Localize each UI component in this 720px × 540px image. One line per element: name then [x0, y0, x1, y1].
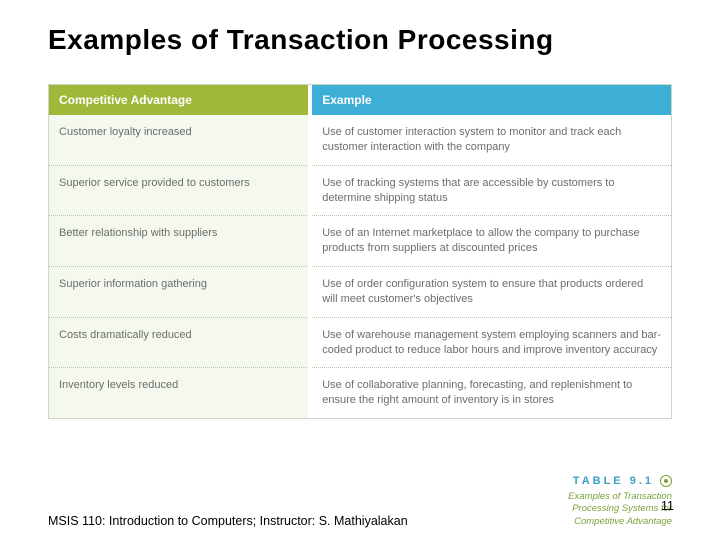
table-row: Costs dramatically reduced Use of wareho…: [49, 317, 671, 368]
cell-example: Use of tracking systems that are accessi…: [310, 165, 671, 216]
table-label: TABLE 9.1: [522, 475, 672, 487]
table-header-row: Competitive Advantage Example: [49, 85, 671, 115]
table-wrapper: Competitive Advantage Example Customer l…: [48, 84, 672, 419]
table-caption: Examples of Transaction Processing Syste…: [522, 491, 672, 528]
header-competitive-advantage: Competitive Advantage: [49, 85, 310, 115]
footer-course-info: MSIS 110: Introduction to Computers; Ins…: [48, 514, 408, 528]
header-example: Example: [310, 85, 671, 115]
cell-example: Use of collaborative planning, forecasti…: [310, 368, 671, 418]
cell-advantage: Customer loyalty increased: [49, 115, 310, 165]
cell-example: Use of warehouse management system emplo…: [310, 317, 671, 368]
cell-advantage: Superior service provided to customers: [49, 165, 310, 216]
table-row: Superior service provided to customers U…: [49, 165, 671, 216]
table-row: Superior information gathering Use of or…: [49, 267, 671, 318]
cell-advantage: Superior information gathering: [49, 267, 310, 318]
cell-advantage: Costs dramatically reduced: [49, 317, 310, 368]
page-number: 11: [661, 499, 674, 513]
advantage-table: Competitive Advantage Example Customer l…: [49, 85, 671, 418]
cell-advantage: Better relationship with suppliers: [49, 216, 310, 267]
slide-footer: MSIS 110: Introduction to Computers; Ins…: [0, 475, 720, 528]
table-row: Customer loyalty increased Use of custom…: [49, 115, 671, 165]
slide: Examples of Transaction Processing Compe…: [0, 0, 720, 540]
cell-example: Use of customer interaction system to mo…: [310, 115, 671, 165]
footer-table-caption-block: TABLE 9.1 Examples of Transaction Proces…: [522, 475, 672, 528]
bullet-icon: [660, 475, 672, 487]
table-row: Better relationship with suppliers Use o…: [49, 216, 671, 267]
cell-example: Use of order configuration system to ens…: [310, 267, 671, 318]
cell-example: Use of an Internet marketplace to allow …: [310, 216, 671, 267]
cell-advantage: Inventory levels reduced: [49, 368, 310, 418]
table-label-text: TABLE 9.1: [573, 475, 654, 487]
slide-title: Examples of Transaction Processing: [48, 24, 672, 56]
table-row: Inventory levels reduced Use of collabor…: [49, 368, 671, 418]
